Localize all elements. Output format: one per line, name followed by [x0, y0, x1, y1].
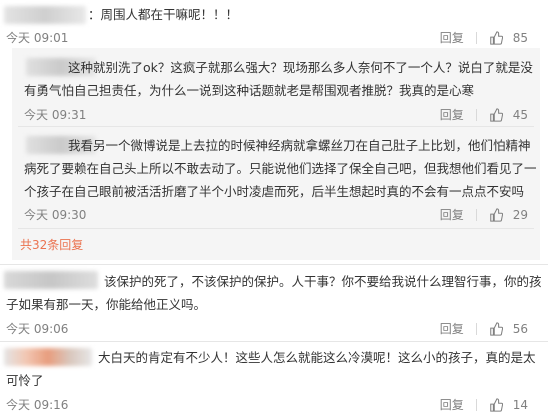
comment-text-line2: 可怜了 — [6, 373, 44, 388]
reply-actions: 回复 45 — [440, 106, 528, 123]
like-count: 85 — [512, 30, 528, 45]
reply-time: 今天 09:30 — [24, 208, 87, 222]
like-count: 56 — [512, 321, 528, 336]
action-separator — [475, 108, 477, 121]
comment-time: 今天 09:06 — [6, 322, 69, 336]
divider — [18, 126, 534, 127]
thumbs-up-icon — [489, 321, 503, 336]
thumbs-up-icon — [489, 30, 503, 45]
reply-text-line2: 病死了要赖在自己头上所以不敢去动了。只能说他们选择了保全自己吧，但我想他们看见了… — [24, 161, 537, 176]
comment-text-line1: 该保护的死了，不该保护的保护。人干事？你不要给我说什么理智行事，你的孩 — [104, 274, 542, 289]
action-separator — [475, 322, 477, 335]
reply-actions: 回复 29 — [440, 206, 528, 223]
reply-text-line2: 有勇气怕自己担责任，为什么一说到这种话题就老是帮围观者推脱？我真的是心寒 — [24, 83, 475, 98]
comment-text-line2: 子如果有那一天，你能给他正义吗。 — [6, 297, 207, 312]
reply-text-line3: 个孩子在自己眼前被活活折磨了半个小时凌虐而死，后半生想起时真的不会有一点点不安吗 — [24, 184, 525, 199]
action-separator — [475, 31, 477, 44]
replies-panel: 这种就别洗了ok？这疯子就那么强大？现场那么多人奈何不了一个人？说白了就是没 有… — [12, 48, 540, 260]
username-redacted — [4, 348, 92, 366]
like-count: 14 — [512, 397, 528, 412]
comment-1: ：周围人都在干嘛呢！！！ 今天 09:01 回复 85 这种就别洗了ok？这疯子… — [0, 0, 548, 260]
like-button[interactable]: 56 — [489, 322, 528, 336]
like-button[interactable]: 45 — [489, 108, 528, 122]
thumbs-up-icon — [489, 207, 503, 222]
comment-time: 今天 09:01 — [6, 31, 69, 45]
action-separator — [475, 208, 477, 221]
reply-time: 今天 09:31 — [24, 108, 87, 122]
reply-button[interactable]: 回复 — [440, 396, 464, 413]
username-redacted — [4, 6, 86, 24]
like-button[interactable]: 85 — [489, 31, 528, 45]
thumbs-up-icon — [489, 107, 503, 122]
action-separator — [475, 398, 477, 411]
reply-button[interactable]: 回复 — [440, 206, 464, 223]
reply-text-line1: 这种就别洗了ok？这疯子就那么强大？现场那么多人奈何不了一个人？说白了就是没 — [68, 60, 533, 75]
like-count: 29 — [512, 207, 528, 222]
reply-text-line1: 我看另一个微博说是上去拉的时候神经病就拿螺丝刀在自己肚子上比划，他们怕精神 — [68, 138, 531, 153]
like-count: 45 — [512, 107, 528, 122]
divider — [18, 228, 534, 229]
reply-button[interactable]: 回复 — [440, 320, 464, 337]
username-redacted — [4, 271, 98, 289]
comment-actions: 回复 85 — [440, 29, 528, 46]
comment-text: ：周围人都在干嘛呢！！！ — [88, 7, 239, 22]
comment-time: 今天 09:16 — [6, 398, 69, 412]
comment-actions: 回复 56 — [440, 320, 528, 337]
comment-2: 该保护的死了，不该保护的保护。人干事？你不要给我说什么理智行事，你的孩 子如果有… — [0, 265, 548, 340]
thumbs-up-icon — [489, 397, 503, 412]
more-replies-link[interactable]: 共32条回复 — [20, 236, 83, 253]
comment-actions: 回复 14 — [440, 396, 528, 413]
like-button[interactable]: 14 — [489, 398, 528, 412]
reply-button[interactable]: 回复 — [440, 29, 464, 46]
like-button[interactable]: 29 — [489, 208, 528, 222]
comment-3: 大白天的肯定有不少人！这些人怎么就能这么冷漠呢！这么小的孩子，真的是太 可怜了 … — [0, 342, 548, 419]
reply-button[interactable]: 回复 — [440, 106, 464, 123]
comment-text-line1: 大白天的肯定有不少人！这些人怎么就能这么冷漠呢！这么小的孩子，真的是太 — [98, 350, 536, 365]
